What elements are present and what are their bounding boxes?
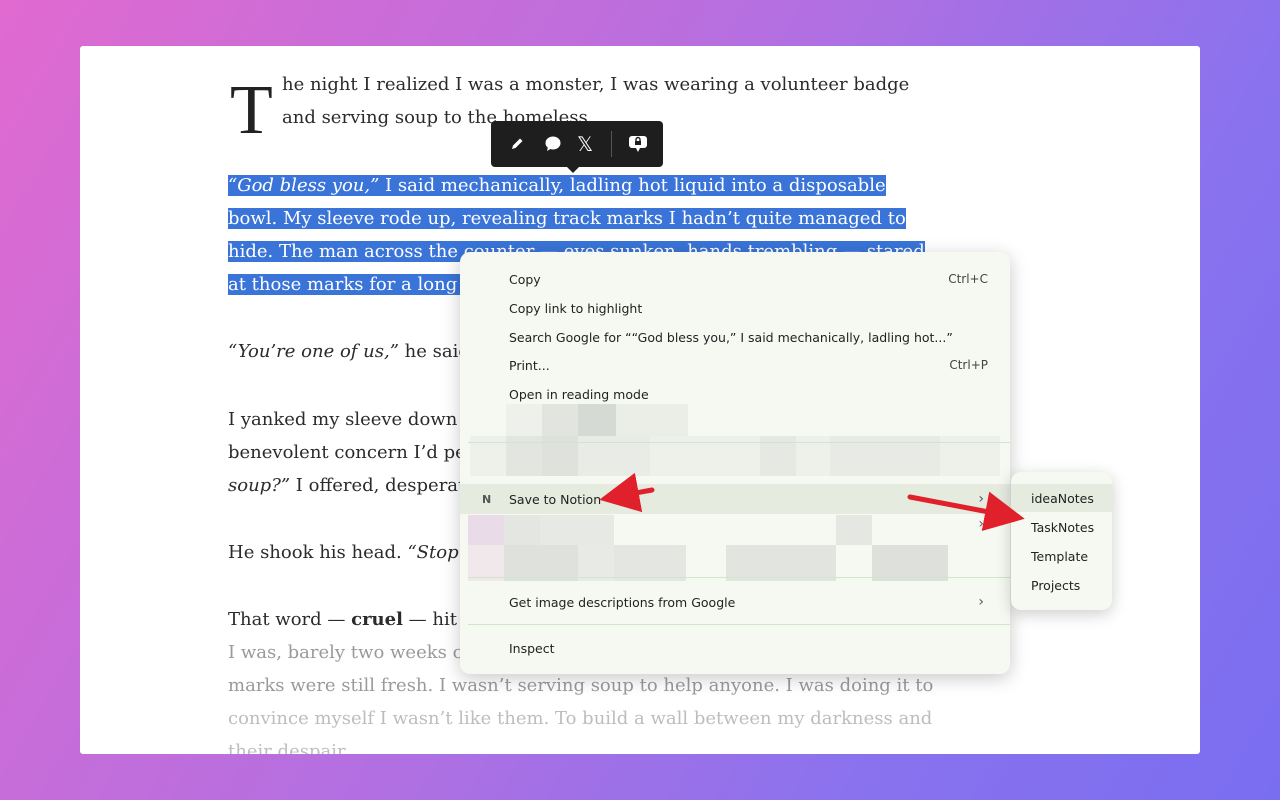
selection-toolbar: 𝕏 [491,121,663,173]
drop-cap: T [230,72,273,149]
submenu-item-template[interactable]: Template [1011,542,1112,570]
menu-item-image-descriptions[interactable]: Get image descriptions from Google › [460,588,1010,616]
menu-divider [468,577,1010,578]
speech-bubble-icon[interactable] [537,128,569,160]
submenu-item-ideanotes[interactable]: ideaNotes [1011,484,1112,512]
menu-item-copy[interactable]: Copy Ctrl+C [460,265,1010,293]
menu-item-print[interactable]: Print... Ctrl+P [460,351,1010,379]
chevron-right-icon: › [978,491,984,507]
menu-item-inspect[interactable]: Inspect [460,634,1010,662]
menu-divider [468,624,1010,625]
toolbar-divider [611,131,612,157]
chevron-right-icon: › [978,516,984,532]
pencil-icon[interactable] [501,128,533,160]
submenu-item-projects[interactable]: Projects [1011,571,1112,599]
menu-item-copy-link[interactable]: Copy link to highlight [460,294,1010,322]
context-menu: Copy Ctrl+C Copy link to highlight Search… [460,252,1010,674]
chevron-right-icon: › [978,594,984,610]
notion-icon: N [482,492,492,506]
submenu-item-tasknotes[interactable]: TaskNotes [1011,513,1112,541]
menu-item-save-to-notion[interactable]: N Save to Notion › [460,484,1010,514]
menu-divider [468,442,1010,443]
x-logo-icon[interactable]: 𝕏 [569,128,601,160]
menu-item-search-google[interactable]: Search Google for ““God bless you,” I sa… [460,323,1010,351]
notion-submenu: ideaNotes TaskNotes Template Projects [1011,472,1112,610]
note-bubble-icon[interactable] [622,128,654,160]
